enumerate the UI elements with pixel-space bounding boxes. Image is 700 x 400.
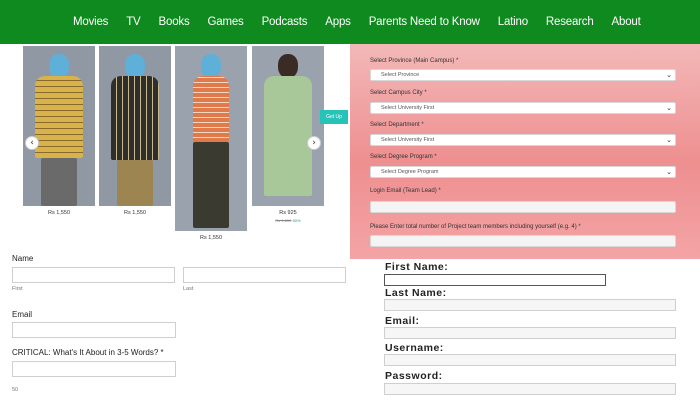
signup-password-input[interactable] (384, 383, 676, 395)
product-price: Rs 925 (279, 210, 297, 216)
first-name-input[interactable] (12, 267, 175, 283)
product-price-detail: Rs 1,850 50% (252, 218, 324, 223)
team-members-input[interactable] (370, 235, 676, 247)
nav-parents-need-to-know[interactable]: Parents Need to Know (369, 16, 480, 28)
product-carousel: Rs 1,550 Rs 1,550 Rs 1,550 Rs 925 Rs 1,8… (0, 44, 350, 250)
first-name-label: First Name: (385, 261, 449, 273)
department-label: Select Department * (370, 122, 424, 128)
nav-tv[interactable]: TV (126, 16, 141, 28)
model-shirt (111, 76, 159, 160)
model-shirt (264, 76, 312, 196)
login-email-label: Login Email (Team Lead) * (370, 188, 441, 194)
product-price: Rs 1,550 (123, 210, 146, 216)
nav-apps[interactable]: Apps (325, 16, 351, 28)
get-up-badge[interactable]: Get Up (320, 110, 348, 124)
chevron-down-icon: ⌄ (666, 168, 672, 176)
email-label: Email: (385, 315, 420, 327)
nav-about[interactable]: About (612, 16, 641, 28)
nav-movies[interactable]: Movies (73, 16, 108, 28)
chevron-down-icon: ⌄ (666, 71, 672, 79)
team-members-label: Please Enter total number of Project tea… (370, 224, 581, 230)
carousel-next-button[interactable]: › (307, 136, 321, 150)
signup-last-name-input[interactable] (384, 299, 676, 311)
campus-city-select-value: Select University First (381, 105, 435, 111)
model-legs (117, 160, 153, 206)
model-shirt (193, 76, 229, 142)
carousel-prev-button[interactable]: ‹ (25, 136, 39, 150)
campus-city-label: Select Campus City * (370, 90, 427, 96)
name-label: Name (12, 254, 34, 263)
nav-games[interactable]: Games (208, 16, 244, 28)
product-price: Rs 1,550 (199, 235, 222, 241)
nav-latino[interactable]: Latino (498, 16, 528, 28)
product-card[interactable]: Rs 1,550 (99, 46, 171, 216)
signup-email-input[interactable] (384, 327, 676, 339)
province-select-value: Select Province (381, 72, 420, 78)
model-legs (193, 142, 229, 228)
nav-research[interactable]: Research (546, 16, 594, 28)
last-name-input[interactable] (183, 267, 346, 283)
signup-username-input[interactable] (384, 354, 676, 366)
contact-form: Name First Last Email CRITICAL: What's I… (0, 250, 350, 400)
signup-first-name-input[interactable] (384, 274, 606, 286)
campus-city-select[interactable]: Select University First ⌄ (370, 102, 676, 114)
product-image-orange-check-shirt[interactable] (175, 46, 247, 231)
product-image-dark-check-shirt[interactable] (99, 46, 171, 206)
product-image-sage-shirt[interactable] (252, 46, 324, 206)
product-card[interactable]: Rs 1,550 (175, 46, 247, 241)
model-shirt (35, 76, 83, 158)
nav-books[interactable]: Books (159, 16, 190, 28)
login-email-input[interactable] (370, 201, 676, 213)
chevron-down-icon: ⌄ (666, 104, 672, 112)
page: Movies TV Books Games Podcasts Apps Pare… (0, 0, 700, 400)
model-hair (278, 54, 298, 78)
last-hint: Last (183, 286, 194, 292)
product-discount: 50% (292, 218, 301, 223)
character-count: 50 (12, 387, 19, 393)
signup-form: First Name: Last Name: Email: Username: … (350, 259, 700, 400)
province-select[interactable]: Select Province ⌄ (370, 69, 676, 81)
product-old-price: Rs 1,850 (275, 218, 292, 223)
degree-program-select[interactable]: Select Degree Program ⌄ (370, 166, 676, 178)
top-nav: Movies TV Books Games Podcasts Apps Pare… (0, 0, 700, 44)
department-select[interactable]: Select University First ⌄ (370, 134, 676, 146)
model-head (49, 54, 69, 78)
critical-input[interactable] (12, 361, 176, 377)
product-card[interactable]: Rs 925 Rs 1,850 50% (252, 46, 324, 223)
password-label: Password: (385, 370, 443, 382)
chevron-down-icon: ⌄ (666, 136, 672, 144)
model-head (125, 54, 145, 78)
model-legs (41, 158, 77, 206)
email-label: Email (12, 310, 33, 319)
nav-podcasts[interactable]: Podcasts (262, 16, 308, 28)
username-label: Username: (385, 342, 444, 354)
department-select-value: Select University First (381, 137, 435, 143)
model-head (201, 54, 221, 78)
product-price: Rs 1,550 (47, 210, 70, 216)
degree-program-select-value: Select Degree Program (381, 169, 439, 175)
email-input[interactable] (12, 322, 176, 338)
product-card[interactable]: Rs 1,550 (23, 46, 95, 216)
product-image-yellow-check-shirt[interactable] (23, 46, 95, 206)
last-name-label: Last Name: (385, 287, 447, 299)
project-registration-form: Select Province (Main Campus) * Select P… (350, 44, 700, 259)
province-label: Select Province (Main Campus) * (370, 58, 459, 64)
degree-program-label: Select Degree Program * (370, 154, 437, 160)
first-hint: First (12, 286, 23, 292)
critical-label: CRITICAL: What's It About in 3-5 Words? … (12, 348, 164, 357)
